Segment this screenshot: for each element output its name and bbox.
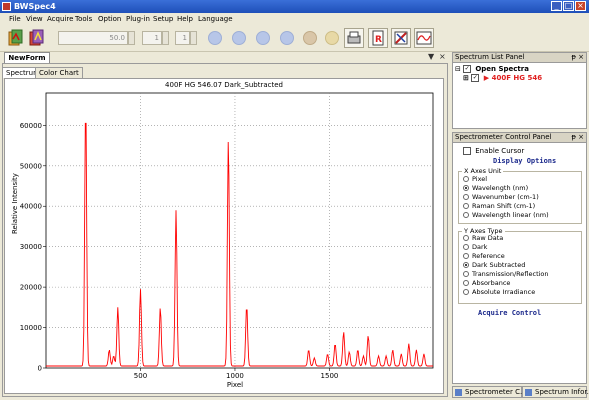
y-axes-type-radio[interactable] [463,280,469,286]
x-axes-unit-option[interactable]: Raman Shift (cm-1) [463,202,535,211]
x-axes-unit-option-label: Raman Shift (cm-1) [472,202,536,210]
spectrum-list-title: Spectrum List Panel [455,53,525,61]
spectrometer-tab-icon [455,389,462,396]
x-axes-unit-option[interactable]: Pixel [463,175,487,184]
tab-spectrum-info[interactable]: Spectrum Infor... [522,386,589,398]
y-axes-type-radio[interactable] [463,244,469,250]
y-axes-type-option[interactable]: Transmission/Reflection [463,270,549,279]
pin-icon[interactable]: ᵽ [571,53,576,62]
y-tick-label: 50000 [20,162,42,170]
y-axes-type-option-label: Absolute Irradiance [472,288,536,296]
x-tick-label: 1000 [226,372,244,380]
x-axes-unit-radio[interactable] [463,212,469,218]
y-axes-type-radio[interactable] [463,253,469,259]
item-checkbox[interactable]: ✓ [471,74,480,82]
tree-item[interactable]: ⊞ ✓ ▶ 400F HG 546 [463,74,542,83]
spectrum-list-panel: Spectrum List Panel ᵽ × ⊟ ✓ Open Spectra… [452,52,587,129]
control-panel-title: Spectrometer Control Panel [455,133,552,141]
y-axes-type-radio[interactable] [463,289,469,295]
y-axes-type-option[interactable]: Dark Subtracted [463,261,525,270]
y-axes-type-radio[interactable] [463,271,469,277]
tree-root[interactable]: ⊟ ✓ Open Spectra [455,65,529,74]
y-tick-label: 20000 [20,284,42,292]
y-axes-type-option-label: Dark Subtracted [472,261,526,269]
y-axes-type-option[interactable]: Reference [463,252,505,261]
x-axes-unit-option[interactable]: Wavenumber (cm-1) [463,193,539,202]
play-marker-icon: ▶ [483,74,490,82]
x-axes-unit-option[interactable]: Wavelength (nm) [463,184,528,193]
x-tick-label: 500 [134,372,147,380]
y-axes-type-option[interactable]: Absolute Irradiance [463,288,535,297]
y-tick-label: 10000 [20,324,42,332]
x-axes-unit-option[interactable]: Wavelength linear (nm) [463,211,549,220]
tree-item-label: 400F HG 546 [491,74,543,82]
x-axes-unit-option-label: Pixel [472,175,488,183]
x-axes-unit-radio[interactable] [463,185,469,191]
y-tick-label: 0 [38,365,42,373]
x-axes-unit-option-label: Wavenumber (cm-1) [472,193,539,201]
x-tick-label: 1500 [321,372,339,380]
expand-icon[interactable]: ⊞ [463,74,469,82]
spectrum-info-tab-icon [525,389,532,396]
y-tick-label: 60000 [20,122,42,130]
tab-spectrometer-control[interactable]: Spectrometer C... [452,386,527,398]
y-tick-label: 30000 [20,243,42,251]
collapse-icon[interactable]: ⊟ [455,65,461,73]
control-panel-header: Spectrometer Control Panel ᵽ × [453,133,586,143]
y-axes-type-option[interactable]: Dark [463,243,487,252]
y-axes-type-option-label: Absorbance [472,279,511,287]
spectrum-list-header: Spectrum List Panel ᵽ × [453,53,586,63]
control-panel: Spectrometer Control Panel ᵽ × Enable Cu… [452,132,587,384]
y-axes-type-option-label: Transmission/Reflection [472,270,549,278]
enable-cursor-label: Enable Cursor [475,147,525,155]
root-checkbox[interactable]: ✓ [463,65,472,73]
y-axes-type-option-label: Dark [472,243,488,251]
y-axes-type-option-label: Raw Data [472,234,504,242]
display-options-heading: Display Options [493,157,557,165]
tab-spectrometer-label: Spectrometer C... [465,388,527,396]
y-axes-type-option[interactable]: Raw Data [463,234,503,243]
tree-root-label: Open Spectra [475,65,529,73]
x-axes-unit-option-label: Wavelength linear (nm) [472,211,549,219]
x-axes-unit-option-label: Wavelength (nm) [472,184,529,192]
y-tick-label: 40000 [20,203,42,211]
y-axes-type-radio[interactable] [463,235,469,241]
x-axes-unit-radio[interactable] [463,194,469,200]
y-axes-type-option-label: Reference [472,252,505,260]
tab-spectrum-info-label: Spectrum Infor... [535,388,589,396]
x-axes-unit-radio[interactable] [463,203,469,209]
y-axes-type-radio[interactable] [463,262,469,268]
acquire-control-heading: Acquire Control [478,309,542,317]
plot-area [45,92,434,369]
panel-close-icon[interactable]: × [578,53,584,62]
cursor-checkbox-box[interactable] [463,147,471,155]
pin-icon[interactable]: ᵽ [571,133,576,142]
enable-cursor-checkbox[interactable]: Enable Cursor [463,147,524,156]
panel-close-icon[interactable]: × [578,133,584,142]
x-axes-unit-radio[interactable] [463,176,469,182]
y-axes-type-option[interactable]: Absorbance [463,279,510,288]
